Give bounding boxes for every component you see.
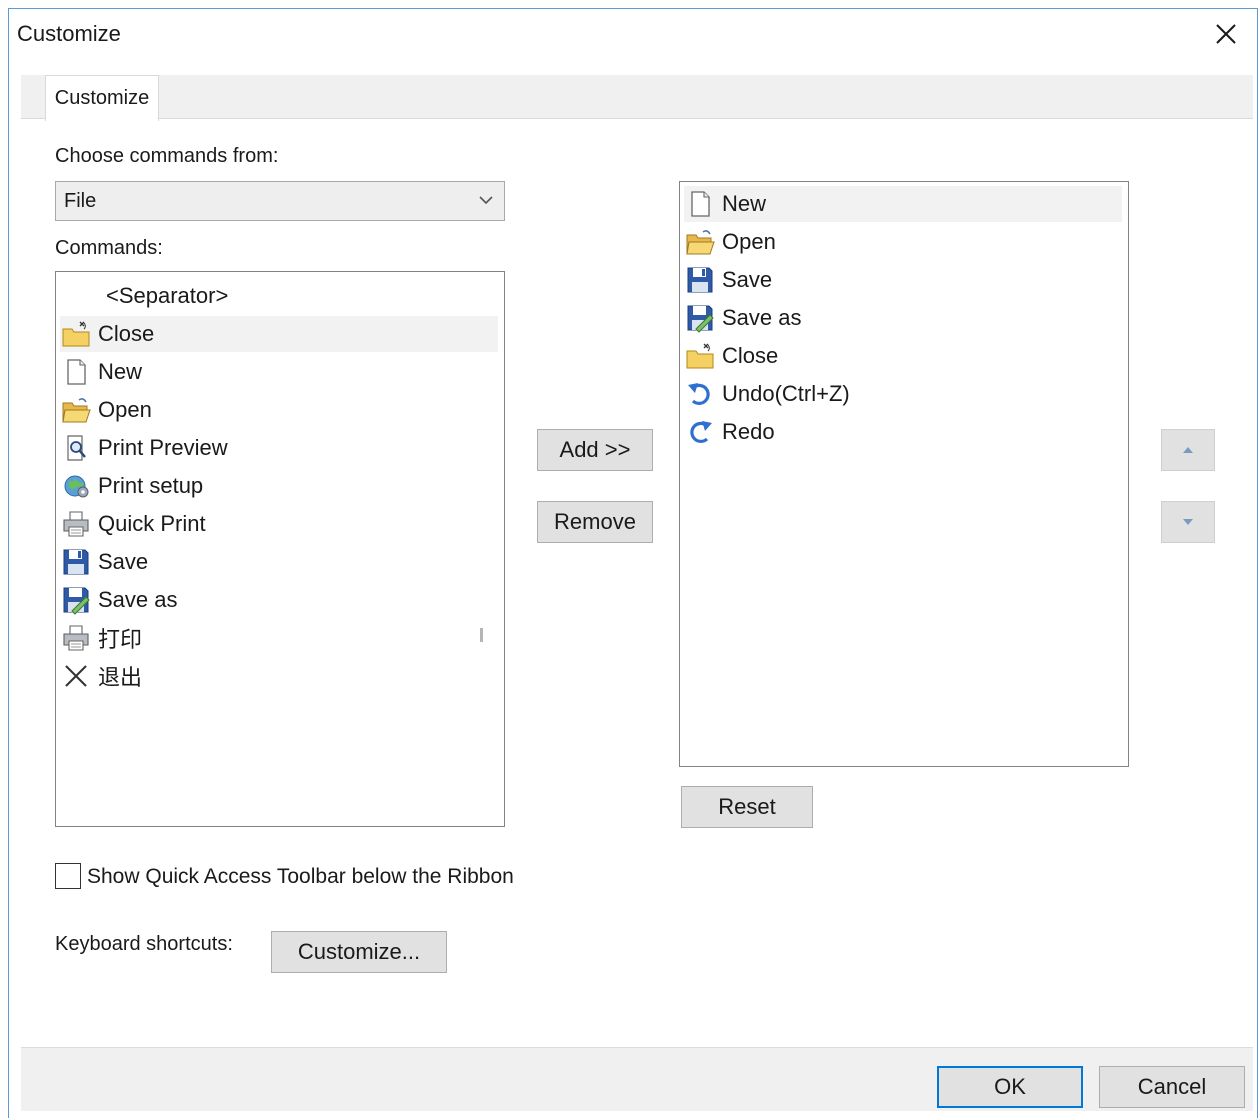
- undo-icon: [684, 378, 716, 410]
- list-item[interactable]: Close: [60, 316, 498, 352]
- list-item-label: Close: [722, 343, 779, 368]
- print-setup-icon: [60, 470, 92, 502]
- list-item-label: Undo(Ctrl+Z): [722, 381, 850, 406]
- list-item[interactable]: 退出: [60, 658, 498, 694]
- arrow-down-icon: [1183, 519, 1193, 525]
- print-preview-icon: [60, 432, 92, 464]
- choose-commands-label: Choose commands from:: [55, 145, 279, 167]
- new-document-icon: [684, 188, 716, 220]
- list-item[interactable]: Redo: [684, 414, 1122, 450]
- tab-customize[interactable]: Customize: [45, 75, 159, 121]
- list-item-label: Save: [98, 549, 149, 574]
- commands-source-select[interactable]: File: [55, 181, 505, 221]
- customize-shortcuts-button[interactable]: Customize...: [271, 931, 447, 973]
- customize-dialog: Customize Customize Choose commands from…: [8, 8, 1258, 1118]
- list-item-label: Quick Print: [98, 511, 206, 536]
- show-below-ribbon-checkbox[interactable]: [55, 863, 81, 889]
- printer-icon: [60, 622, 92, 654]
- list-item[interactable]: Open: [684, 224, 1122, 260]
- list-item[interactable]: Quick Print: [60, 506, 498, 542]
- list-item-label: <Separator>: [106, 283, 229, 308]
- list-item-label: Open: [722, 229, 776, 254]
- commands-source-value: File: [64, 189, 97, 212]
- list-item-label: Print setup: [98, 473, 204, 498]
- title-bar: Customize: [9, 9, 1257, 59]
- list-item-label: Print Preview: [98, 435, 228, 460]
- close-button[interactable]: [1209, 17, 1243, 51]
- cancel-button[interactable]: Cancel: [1099, 1066, 1245, 1108]
- exit-x-icon: [60, 660, 92, 692]
- list-item-label: Redo: [722, 419, 775, 444]
- show-below-ribbon-label[interactable]: Show Quick Access Toolbar below the Ribb…: [87, 865, 514, 889]
- quick-access-toolbar-list[interactable]: New Open Save Save as Close Undo(Ctrl+Z) Redo: [679, 181, 1129, 767]
- redo-icon: [684, 416, 716, 448]
- save-icon: [60, 546, 92, 578]
- list-item[interactable]: <Separator>: [60, 278, 498, 314]
- window-title: Customize: [17, 21, 121, 46]
- close-folder-icon: [60, 318, 92, 350]
- commands-label: Commands:: [55, 237, 163, 259]
- add-button[interactable]: Add >>: [537, 429, 653, 471]
- open-folder-icon: [684, 226, 716, 258]
- ok-button[interactable]: OK: [937, 1066, 1083, 1108]
- tab-strip: [21, 75, 1253, 119]
- printer-icon: [60, 508, 92, 540]
- list-item-label: Save as: [722, 305, 802, 330]
- list-item[interactable]: Save as: [60, 582, 498, 618]
- list-item[interactable]: Save: [60, 544, 498, 580]
- list-item[interactable]: Save: [684, 262, 1122, 298]
- list-item[interactable]: Print setup: [60, 468, 498, 504]
- list-item-label: Close: [98, 321, 155, 346]
- open-folder-icon: [60, 394, 92, 426]
- list-item[interactable]: Print Preview: [60, 430, 498, 466]
- list-item-label: 退出: [98, 665, 143, 690]
- save-as-icon: [60, 584, 92, 616]
- close-icon: [1216, 24, 1236, 44]
- chevron-down-icon: [479, 196, 493, 205]
- commands-list[interactable]: <Separator> Close New Open Print Preview Prin…: [55, 271, 505, 827]
- reset-button[interactable]: Reset: [681, 786, 813, 828]
- new-document-icon: [60, 356, 92, 388]
- move-down-button[interactable]: [1161, 501, 1215, 543]
- list-item-label: New: [722, 191, 767, 216]
- list-item[interactable]: Close: [684, 338, 1122, 374]
- list-item-label: Open: [98, 397, 152, 422]
- list-item[interactable]: New: [684, 186, 1122, 222]
- list-item[interactable]: Open: [60, 392, 498, 428]
- list-item[interactable]: Undo(Ctrl+Z): [684, 376, 1122, 412]
- scrollbar-hint: [480, 628, 483, 642]
- list-item-label: 打印: [98, 627, 143, 652]
- list-item[interactable]: Save as: [684, 300, 1122, 336]
- save-as-icon: [684, 302, 716, 334]
- move-up-button[interactable]: [1161, 429, 1215, 471]
- list-item-label: Save as: [98, 587, 178, 612]
- close-folder-icon: [684, 340, 716, 372]
- list-item[interactable]: New: [60, 354, 498, 390]
- keyboard-shortcuts-label: Keyboard shortcuts:: [55, 933, 233, 955]
- remove-button[interactable]: Remove: [537, 501, 653, 543]
- list-item-label: New: [98, 359, 143, 384]
- save-icon: [684, 264, 716, 296]
- list-item-label: Save: [722, 267, 773, 292]
- arrow-up-icon: [1183, 447, 1193, 453]
- list-item[interactable]: 打印: [60, 620, 498, 656]
